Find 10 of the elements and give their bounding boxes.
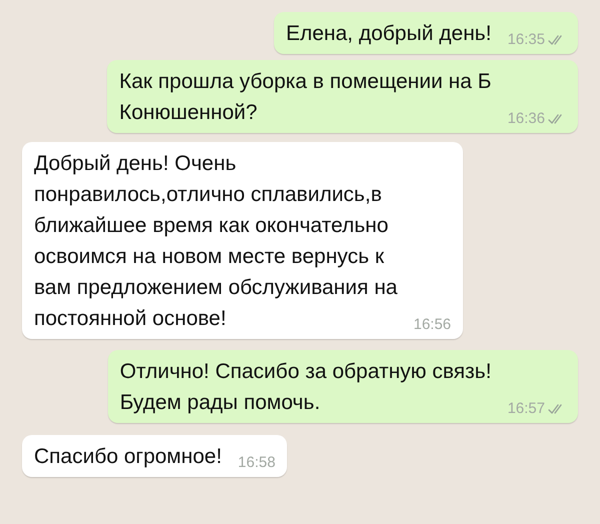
message-time: 16:35 bbox=[507, 31, 545, 49]
message-text: Спасибо огромное! bbox=[34, 444, 222, 470]
message-text: Отлично! Спасибо за обратную связь! Будем рады помочь. bbox=[120, 359, 492, 416]
message-time: 16:57 bbox=[507, 400, 545, 418]
message-time: 16:58 bbox=[238, 454, 276, 472]
message-text: Добрый день! Очень понравилось,отлично сплавились,в ближайшее время как окончательно освоимся на новом месте вернусь к вам предложением обслуживания на постоянной основе! bbox=[34, 151, 398, 332]
message-time: 16:56 bbox=[413, 316, 452, 334]
message-time: 16:36 bbox=[507, 110, 545, 128]
message-text: Елена, добрый день! bbox=[286, 21, 492, 47]
message-text: Как прошла уборка в помещении на Б Конюшенной? bbox=[119, 69, 492, 126]
